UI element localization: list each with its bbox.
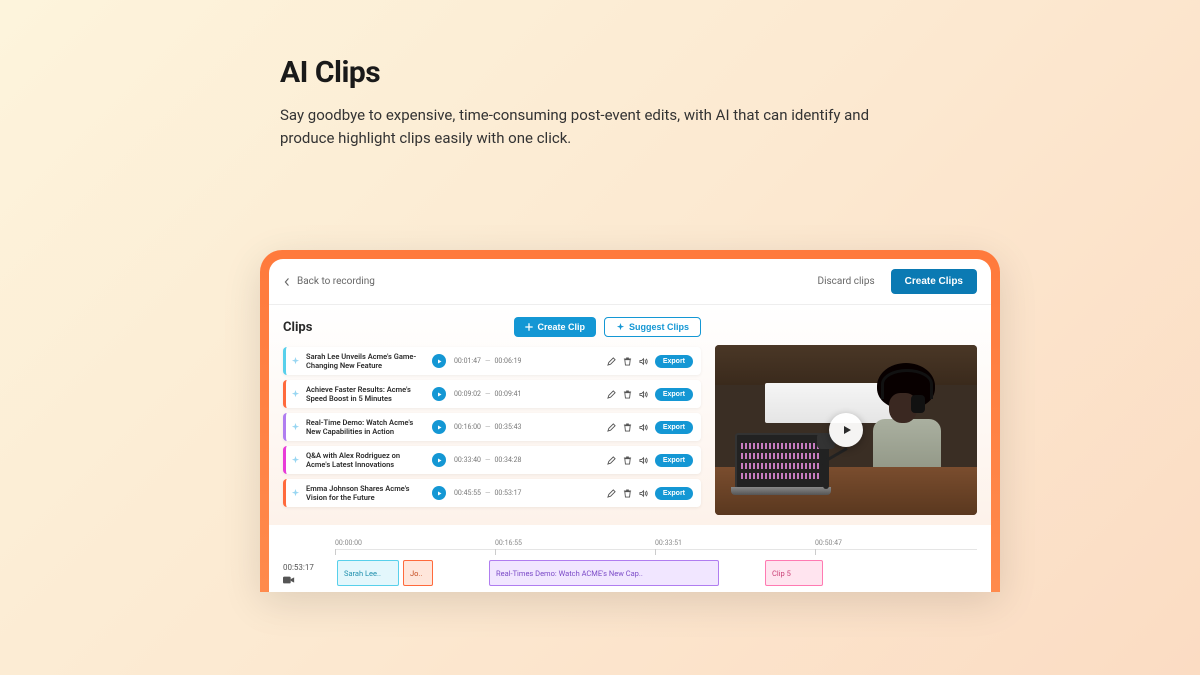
clip-end: 00:53:17 — [494, 489, 521, 497]
clip-row[interactable]: Emma Johnson Shares Acme's Vision for th… — [283, 479, 701, 507]
camera-icon — [283, 575, 295, 585]
sparkle-icon — [291, 423, 300, 432]
sparkle-icon — [291, 357, 300, 366]
play-clip-button[interactable] — [432, 387, 446, 401]
timeline-tick: 00:33:51 — [655, 539, 815, 547]
clip-start: 00:33:40 — [454, 456, 481, 464]
clip-row[interactable]: Sarah Lee Unveils Acme's Game-Changing N… — [283, 347, 701, 375]
topbar: Back to recording Discard clips Create C… — [269, 259, 991, 305]
play-icon — [437, 392, 442, 397]
play-icon — [437, 359, 442, 364]
back-label: Back to recording — [297, 276, 375, 287]
clips-section-title: Clips — [283, 320, 514, 335]
volume-icon[interactable] — [639, 456, 648, 465]
clip-timecodes: 00:09:02—00:09:41 — [454, 390, 521, 398]
clip-row[interactable]: Q&A with Alex Rodriguez on Acme's Latest… — [283, 446, 701, 474]
volume-icon[interactable] — [639, 489, 648, 498]
edit-icon[interactable] — [607, 423, 616, 432]
chevron-left-icon — [283, 278, 291, 286]
clip-title: Sarah Lee Unveils Acme's Game-Changing N… — [306, 352, 424, 370]
clip-row[interactable]: Real-Time Demo: Watch Acme's New Capabil… — [283, 413, 701, 441]
clip-timecodes: 00:33:40—00:34:28 — [454, 456, 521, 464]
clip-row[interactable]: Achieve Faster Results: Acme's Speed Boo… — [283, 380, 701, 408]
export-button[interactable]: Export — [655, 454, 693, 467]
clip-timecodes: 00:01:47—00:06:19 — [454, 357, 521, 365]
clip-start: 00:01:47 — [454, 357, 481, 365]
export-button[interactable]: Export — [655, 421, 693, 434]
trash-icon[interactable] — [623, 357, 632, 366]
play-icon — [842, 425, 852, 435]
edit-icon[interactable] — [607, 489, 616, 498]
clip-title: Achieve Faster Results: Acme's Speed Boo… — [306, 385, 424, 403]
trash-icon[interactable] — [623, 456, 632, 465]
timeline-clip[interactable]: Real-Times Demo: Watch ACME's New Cap.. — [489, 560, 719, 586]
edit-icon[interactable] — [607, 357, 616, 366]
clip-title: Emma Johnson Shares Acme's Vision for th… — [306, 484, 424, 502]
timeline-tick: 00:00:00 — [335, 539, 495, 547]
play-icon — [437, 491, 442, 496]
create-clips-button[interactable]: Create Clips — [891, 269, 977, 294]
discard-clips-link[interactable]: Discard clips — [818, 276, 875, 287]
sparkle-icon — [291, 456, 300, 465]
create-clip-label: Create Clip — [537, 322, 585, 332]
clip-start: 00:45:55 — [454, 489, 481, 497]
sparkle-icon — [291, 489, 300, 498]
export-button[interactable]: Export — [655, 355, 693, 368]
play-clip-button[interactable] — [432, 354, 446, 368]
suggest-clips-label: Suggest Clips — [629, 322, 689, 332]
clip-end: 00:34:28 — [494, 456, 521, 464]
clip-list: Sarah Lee Unveils Acme's Game-Changing N… — [283, 347, 701, 507]
edit-icon[interactable] — [607, 456, 616, 465]
clip-title: Q&A with Alex Rodriguez on Acme's Latest… — [306, 451, 424, 469]
play-clip-button[interactable] — [432, 486, 446, 500]
timeline-section: 00:00:0000:16:5500:33:5100:50:47 00:53:1… — [269, 525, 991, 592]
page-title: AI Clips — [280, 55, 920, 90]
timeline-tick: 00:16:55 — [495, 539, 655, 547]
volume-icon[interactable] — [639, 357, 648, 366]
timeline-duration: 00:53:17 — [283, 563, 335, 572]
trash-icon[interactable] — [623, 489, 632, 498]
timeline-ruler: 00:00:0000:16:5500:33:5100:50:47 — [335, 539, 977, 550]
play-preview-button[interactable] — [829, 413, 863, 447]
clip-end: 00:06:19 — [494, 357, 521, 365]
timeline-clip[interactable]: Jo.. — [403, 560, 433, 586]
export-button[interactable]: Export — [655, 388, 693, 401]
volume-icon[interactable] — [639, 423, 648, 432]
timeline-track[interactable]: Sarah Lee..Jo.. Real-Times Demo: Watch AC… — [335, 560, 977, 588]
clip-start: 00:09:02 — [454, 390, 481, 398]
trash-icon[interactable] — [623, 423, 632, 432]
app-frame: Back to recording Discard clips Create C… — [260, 250, 1000, 592]
plus-icon — [525, 323, 533, 331]
clip-start: 00:16:00 — [454, 423, 481, 431]
suggest-clips-button[interactable]: Suggest Clips — [604, 317, 701, 337]
back-to-recording-link[interactable]: Back to recording — [283, 276, 375, 287]
clip-title: Real-Time Demo: Watch Acme's New Capabil… — [306, 418, 424, 436]
timeline-tick: 00:50:47 — [815, 539, 975, 547]
sparkle-icon — [291, 390, 300, 399]
edit-icon[interactable] — [607, 390, 616, 399]
clip-end: 00:35:43 — [494, 423, 521, 431]
clip-timecodes: 00:45:55—00:53:17 — [454, 489, 521, 497]
play-clip-button[interactable] — [432, 420, 446, 434]
timeline-clip[interactable]: Clip 5 — [765, 560, 823, 586]
volume-icon[interactable] — [639, 390, 648, 399]
page-subtitle: Say goodbye to expensive, time-consuming… — [280, 104, 890, 149]
play-icon — [437, 458, 442, 463]
clip-timecodes: 00:16:00—00:35:43 — [454, 423, 521, 431]
export-button[interactable]: Export — [655, 487, 693, 500]
clip-end: 00:09:41 — [494, 390, 521, 398]
video-preview[interactable] — [715, 345, 977, 515]
play-clip-button[interactable] — [432, 453, 446, 467]
play-icon — [437, 425, 442, 430]
create-clip-button[interactable]: Create Clip — [514, 317, 596, 337]
sparkle-icon — [616, 323, 625, 332]
timeline-clip[interactable]: Sarah Lee.. — [337, 560, 399, 586]
trash-icon[interactable] — [623, 390, 632, 399]
